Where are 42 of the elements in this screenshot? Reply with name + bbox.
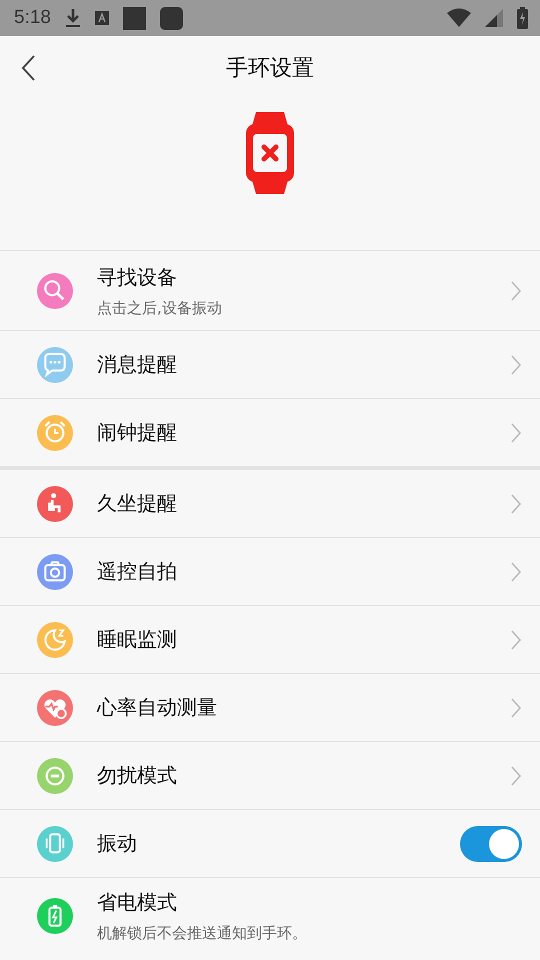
chevron-right-icon <box>510 696 522 718</box>
camera-icon <box>37 554 73 590</box>
setting-label[interactable]: 遥控自拍 <box>97 558 510 585</box>
setting-label[interactable]: 消息提醒 <box>97 351 510 378</box>
setting-label[interactable]: 寻找设备 <box>97 264 510 290</box>
setting-label[interactable]: 心率自动测量 <box>97 694 510 721</box>
download-icon <box>64 8 81 28</box>
chevron-right-icon <box>510 280 522 302</box>
status-time: 5:18 <box>14 7 51 29</box>
setting-label[interactable]: 振动 <box>97 830 460 857</box>
alarm-clock-icon <box>37 414 73 450</box>
wifi-icon <box>447 8 471 28</box>
chevron-right-icon <box>510 422 522 444</box>
page-title: 手环设置 <box>226 55 314 83</box>
chevron-right-icon <box>510 560 522 582</box>
back-icon[interactable] <box>20 54 36 82</box>
chevron-right-icon <box>510 764 522 786</box>
setting-label[interactable]: 久坐提醒 <box>97 490 510 517</box>
setting-description: 机解锁后不会推送通知到手环。 <box>97 924 308 943</box>
notification-icon <box>122 6 146 30</box>
battery-charging-icon <box>517 7 528 29</box>
setting-description: 点击之后,设备振动 <box>97 298 223 318</box>
setting-label[interactable]: 勿扰模式 <box>97 762 510 789</box>
signal-icon <box>485 9 503 27</box>
moon-icon <box>37 622 73 658</box>
vibrating-phone-icon <box>37 826 73 862</box>
chat-bubble-icon <box>37 346 73 382</box>
chevron-right-icon <box>510 628 522 650</box>
search-icon <box>37 272 73 308</box>
notification-icon <box>94 11 109 25</box>
notification-icon <box>160 6 183 30</box>
smartwatch-icon <box>244 112 296 194</box>
battery-icon <box>37 898 73 934</box>
setting-label[interactable]: 省电模式 <box>97 889 522 916</box>
minus-circle-icon <box>37 758 73 794</box>
setting-label[interactable]: 睡眠监测 <box>97 626 510 653</box>
seated-person-icon <box>37 486 73 522</box>
setting-label[interactable]: 闹钟提醒 <box>97 419 510 446</box>
heart-rate-icon <box>37 690 73 726</box>
toggle-switch[interactable] <box>460 826 522 862</box>
chevron-right-icon <box>510 492 522 514</box>
chevron-right-icon <box>510 354 522 376</box>
